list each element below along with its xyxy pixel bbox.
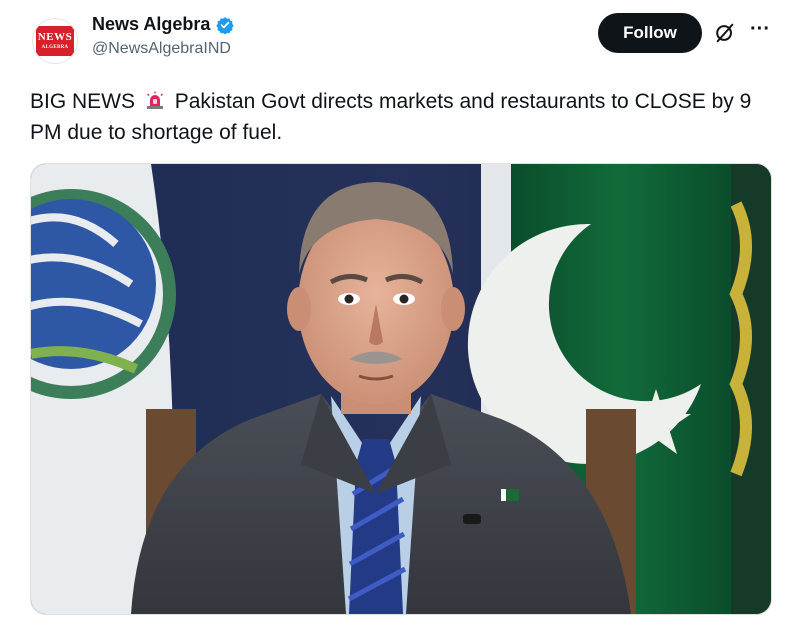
grok-icon[interactable] <box>714 22 736 44</box>
tweet-text: BIG NEWS Pakistan Govt directs markets a… <box>30 86 770 148</box>
logo-line-2: ALGEBRA <box>41 45 69 50</box>
news-algebra-logo: NEWS ALGEBRA <box>36 26 74 56</box>
tweet-text-lead: BIG NEWS <box>30 90 136 113</box>
avatar[interactable]: NEWS ALGEBRA <box>32 18 78 64</box>
more-options-icon[interactable]: ··· <box>748 18 772 42</box>
logo-line-1: NEWS <box>37 31 73 43</box>
tweet-text-body: Pakistan Govt directs markets and restau… <box>30 90 752 144</box>
follow-button[interactable]: Follow <box>598 13 702 53</box>
tweet-header: NEWS ALGEBRA News Algebra @NewsAlgebraIN… <box>0 0 800 80</box>
account-handle[interactable]: @NewsAlgebraIND <box>92 40 231 58</box>
photo-illustration <box>31 164 771 614</box>
display-name[interactable]: News Algebra <box>92 14 210 35</box>
tweet-media-photo[interactable] <box>30 163 772 615</box>
verified-badge-icon <box>216 16 235 34</box>
siren-icon <box>146 91 163 109</box>
name-row: News Algebra <box>92 14 235 35</box>
